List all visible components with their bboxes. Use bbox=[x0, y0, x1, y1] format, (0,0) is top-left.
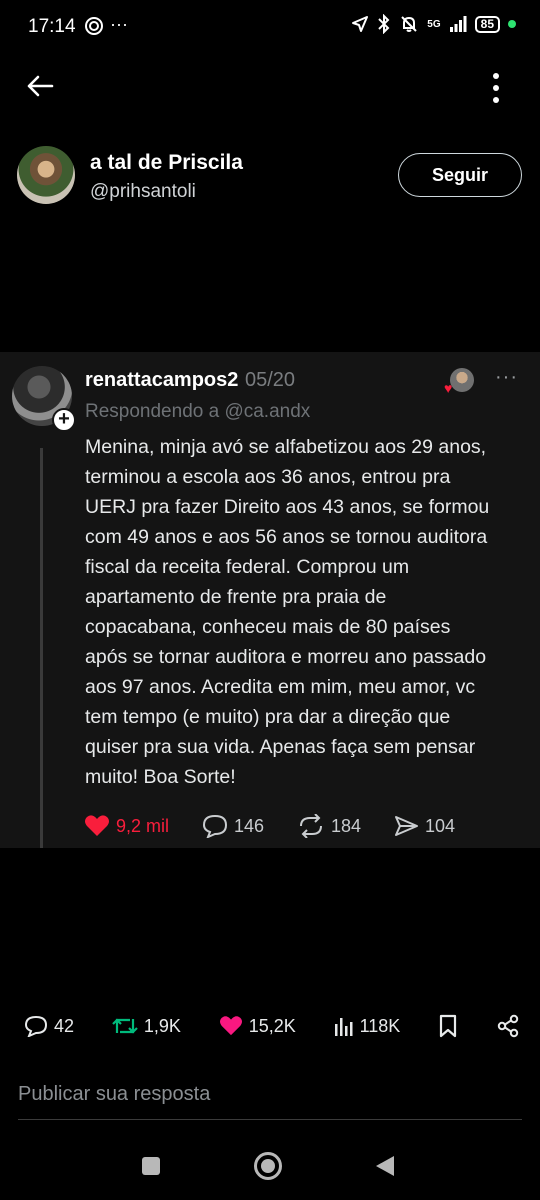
liked-by-avatar bbox=[450, 368, 474, 392]
tweet-actions-bar: 42 1,9K 15,2K 118K bbox=[24, 1014, 520, 1038]
more-horizontal-icon: ··· bbox=[495, 366, 518, 388]
network-type: 5G bbox=[427, 18, 441, 30]
privacy-dot bbox=[508, 20, 516, 28]
quoted-actions: 9,2 mil 146 184 104 bbox=[84, 814, 455, 838]
quoted-likes: 9,2 mil bbox=[84, 814, 202, 838]
retweet-action[interactable]: 1,9K bbox=[112, 1015, 181, 1037]
bookmark-icon[interactable] bbox=[438, 1014, 458, 1038]
muted-bell-icon bbox=[401, 16, 418, 32]
reply-divider bbox=[18, 1119, 522, 1120]
signal-icon bbox=[449, 16, 467, 32]
quoted-username: renattacampos2 bbox=[85, 369, 239, 391]
repost-icon bbox=[300, 814, 322, 838]
more-notifications-icon: ··· bbox=[110, 14, 128, 34]
reply-count: 42 bbox=[54, 1015, 75, 1036]
reply-input[interactable]: Publicar sua resposta bbox=[18, 1083, 210, 1106]
home-button-inner bbox=[261, 1159, 275, 1173]
battery-level: 85 bbox=[474, 15, 500, 33]
like-count: 15,2K bbox=[248, 1015, 296, 1036]
app-notification-icon bbox=[84, 16, 104, 41]
quoted-replying-to: Respondendo a @ca.andx bbox=[85, 401, 311, 422]
bluetooth-icon bbox=[378, 14, 390, 34]
quoted-post-card: + renattacampos2 05/20 Respondendo a @ca… bbox=[0, 352, 540, 848]
reply-action[interactable]: 42 bbox=[24, 1015, 74, 1037]
location-icon bbox=[352, 16, 369, 32]
mini-heart-icon: ♥ bbox=[444, 380, 453, 396]
comment-icon bbox=[24, 1015, 48, 1037]
plus-icon: + bbox=[52, 408, 76, 432]
views-icon bbox=[334, 1018, 353, 1036]
thread-line bbox=[40, 448, 43, 848]
author-avatar[interactable] bbox=[17, 146, 75, 204]
send-icon bbox=[395, 816, 418, 836]
views-action[interactable]: 118K bbox=[334, 1015, 401, 1037]
quoted-text: Menina, minja avó se alfabetizou aos 29 … bbox=[85, 436, 490, 788]
nav-back-button[interactable] bbox=[374, 1154, 396, 1183]
author-name[interactable]: a tal de Priscila bbox=[90, 151, 243, 175]
retweet-count: 1,9K bbox=[143, 1015, 181, 1036]
author-handle[interactable]: @prihsantoli bbox=[90, 181, 196, 203]
comment-icon bbox=[202, 814, 228, 838]
like-action[interactable]: 15,2K bbox=[219, 1015, 296, 1037]
more-vertical-icon[interactable] bbox=[488, 72, 504, 109]
quoted-comments: 146 bbox=[202, 814, 297, 838]
status-icons: 5G 85 bbox=[351, 14, 516, 34]
heart-icon bbox=[219, 1016, 242, 1036]
recents-button[interactable] bbox=[142, 1157, 160, 1175]
quoted-reposts: 184 bbox=[297, 814, 393, 838]
retweet-icon bbox=[112, 1018, 138, 1034]
quoted-shares: 104 bbox=[393, 814, 455, 838]
share-icon[interactable] bbox=[496, 1014, 520, 1038]
back-arrow-icon[interactable] bbox=[26, 72, 54, 105]
status-time: 17:14 bbox=[28, 16, 76, 37]
quoted-date: 05/20 bbox=[245, 369, 296, 391]
views-count: 118K bbox=[359, 1015, 401, 1036]
follow-button[interactable]: Seguir bbox=[398, 153, 522, 197]
heart-icon bbox=[85, 815, 109, 836]
